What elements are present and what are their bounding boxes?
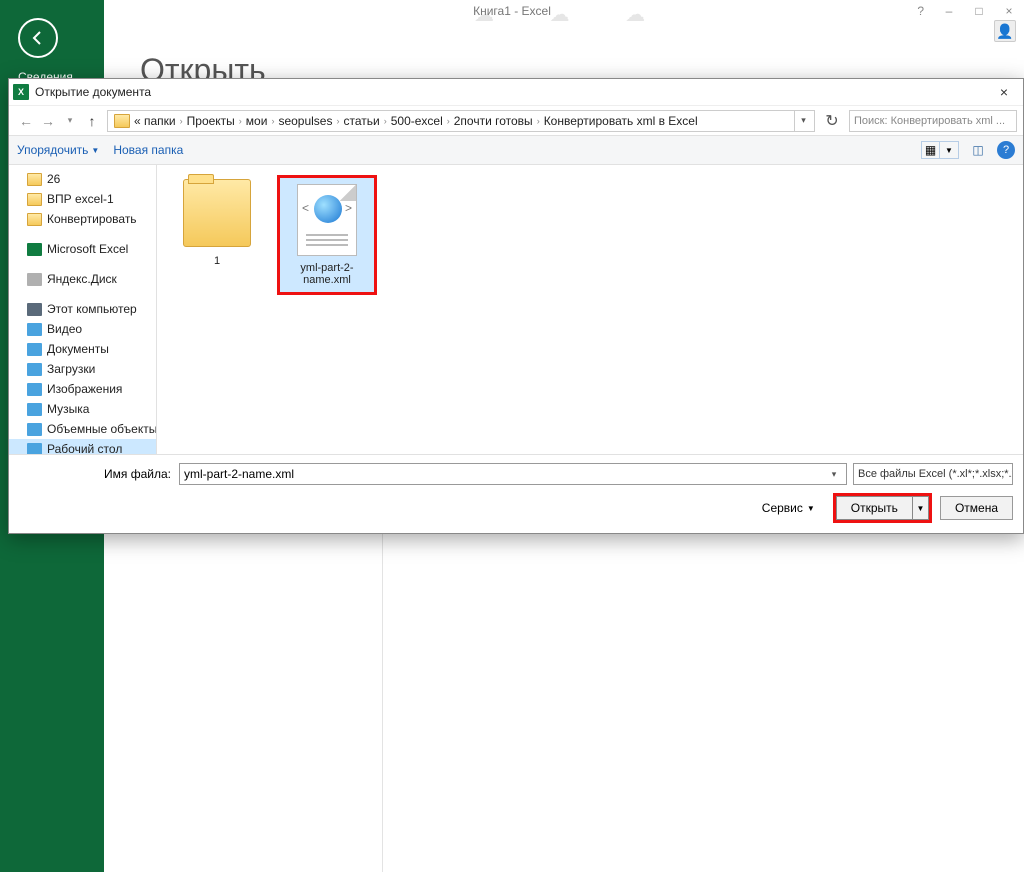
- open-split-button[interactable]: ▼: [913, 496, 929, 520]
- music-icon: [27, 403, 42, 416]
- filter-text: Все файлы Excel (*.xl*;*.xlsx;*.xlsm;*.x…: [858, 468, 1013, 480]
- chevron-down-icon: ▼: [940, 142, 958, 158]
- file-name: yml-part-2-name.xml: [282, 262, 372, 286]
- folder-icon: [114, 114, 130, 128]
- tree-item[interactable]: Документы: [9, 339, 156, 359]
- tree-item[interactable]: Объемные объекты: [9, 419, 156, 439]
- dialog-footer: Имя файла: ▾ Все файлы Excel (*.xl*;*.xl…: [9, 454, 1023, 533]
- desktop-icon: [27, 443, 42, 455]
- excel-icon: [27, 243, 42, 256]
- cancel-button[interactable]: Отмена: [940, 496, 1013, 520]
- yandex-disk-icon: [27, 273, 42, 286]
- account-avatar[interactable]: 👤: [994, 20, 1016, 42]
- chevron-right-icon[interactable]: ›: [537, 116, 540, 126]
- excel-icon: X: [13, 84, 29, 100]
- downloads-icon: [27, 363, 42, 376]
- folder-icon: [183, 179, 251, 247]
- filename-input[interactable]: ▾: [179, 463, 847, 485]
- nav-forward-button[interactable]: →: [37, 110, 59, 132]
- tree-item-thispc[interactable]: Этот компьютер: [9, 299, 156, 319]
- app-title: Книга1 - Excel: [473, 4, 551, 18]
- help-button[interactable]: ?: [997, 141, 1015, 159]
- open-button-highlight: Открыть ▼: [833, 493, 932, 523]
- help-icon[interactable]: ?: [917, 4, 924, 18]
- new-folder-button[interactable]: Новая папка: [113, 143, 183, 157]
- tree-item[interactable]: Конвертировать: [9, 209, 156, 229]
- chevron-right-icon[interactable]: ›: [336, 116, 339, 126]
- file-name: 1: [167, 255, 267, 267]
- close-button[interactable]: ×: [994, 0, 1024, 22]
- tools-button[interactable]: Сервис▼: [762, 501, 815, 515]
- dialog-title: Открытие документа: [35, 85, 989, 99]
- dialog-titlebar: X Открытие документа ×: [9, 79, 1023, 105]
- view-icons-icon: ▦: [922, 142, 940, 158]
- back-button[interactable]: [18, 18, 58, 58]
- breadcrumb-seg[interactable]: seopulses: [278, 114, 332, 128]
- breadcrumb-seg[interactable]: Проекты: [187, 114, 235, 128]
- computer-icon: [27, 303, 42, 316]
- file-list[interactable]: 1 <> yml-part-2-name.xml: [157, 165, 1023, 454]
- chevron-right-icon[interactable]: ›: [180, 116, 183, 126]
- breadcrumb-seg[interactable]: статьи: [343, 114, 379, 128]
- nav-up-button[interactable]: ↑: [81, 110, 103, 132]
- breadcrumb-prefix[interactable]: « папки: [134, 114, 176, 128]
- view-mode-button[interactable]: ▦ ▼: [921, 141, 959, 159]
- folder-tree[interactable]: 26 ВПР excel-1 Конвертировать Microsoft …: [9, 165, 157, 454]
- xml-file-icon: <>: [297, 184, 357, 256]
- xml-file-tile[interactable]: <> yml-part-2-name.xml: [277, 175, 377, 295]
- tree-item[interactable]: Изображения: [9, 379, 156, 399]
- breadcrumb-seg[interactable]: 2почти готовы: [454, 114, 533, 128]
- folder-tile[interactable]: 1: [167, 175, 267, 267]
- chevron-right-icon[interactable]: ›: [239, 116, 242, 126]
- address-bar[interactable]: « папки › Проекты › мои › seopulses › ст…: [107, 110, 815, 132]
- documents-icon: [27, 343, 42, 356]
- folder-icon: [27, 173, 42, 186]
- search-input[interactable]: Поиск: Конвертировать xml ...: [849, 110, 1017, 132]
- breadcrumb-seg[interactable]: Конвертировать xml в Excel: [544, 114, 698, 128]
- refresh-button[interactable]: ↻: [821, 110, 843, 132]
- filename-label: Имя файла:: [19, 467, 179, 481]
- tree-item[interactable]: Видео: [9, 319, 156, 339]
- filename-history-button[interactable]: ▾: [826, 469, 842, 480]
- nav-back-button[interactable]: ←: [15, 110, 37, 132]
- file-type-filter[interactable]: Все файлы Excel (*.xl*;*.xlsx;*.xlsm;*.x…: [853, 463, 1013, 485]
- video-icon: [27, 323, 42, 336]
- chevron-right-icon[interactable]: ›: [384, 116, 387, 126]
- breadcrumb-seg[interactable]: 500-excel: [391, 114, 443, 128]
- pictures-icon: [27, 383, 42, 396]
- nav-recent-button[interactable]: ▾: [59, 110, 81, 132]
- tree-item[interactable]: 26: [9, 169, 156, 189]
- dialog-nav: ← → ▾ ↑ « папки › Проекты › мои › seopul…: [9, 105, 1023, 135]
- filename-text[interactable]: [184, 467, 826, 481]
- chevron-right-icon[interactable]: ›: [447, 116, 450, 126]
- preview-pane-button[interactable]: ◫: [967, 140, 989, 160]
- open-button[interactable]: Открыть: [836, 496, 913, 520]
- tree-item-yadisk[interactable]: Яндекс.Диск: [9, 269, 156, 289]
- folder-icon: [27, 193, 42, 206]
- minimize-button[interactable]: –: [934, 0, 964, 22]
- file-open-dialog: X Открытие документа × ← → ▾ ↑ « папки ›…: [8, 78, 1024, 534]
- maximize-button[interactable]: □: [964, 0, 994, 22]
- folder-icon: [27, 213, 42, 226]
- objects3d-icon: [27, 423, 42, 436]
- dialog-close-button[interactable]: ×: [989, 81, 1019, 103]
- tree-item-desktop[interactable]: Рабочий стол: [9, 439, 156, 454]
- address-history-button[interactable]: ▾: [794, 110, 812, 132]
- breadcrumb-seg[interactable]: мои: [246, 114, 268, 128]
- tree-item[interactable]: Музыка: [9, 399, 156, 419]
- tree-item-excel[interactable]: Microsoft Excel: [9, 239, 156, 259]
- tree-item[interactable]: ВПР excel-1: [9, 189, 156, 209]
- organize-button[interactable]: Упорядочить▼: [17, 143, 99, 157]
- tree-item[interactable]: Загрузки: [9, 359, 156, 379]
- chevron-right-icon[interactable]: ›: [271, 116, 274, 126]
- dialog-toolbar: Упорядочить▼ Новая папка ▦ ▼ ◫ ?: [9, 135, 1023, 165]
